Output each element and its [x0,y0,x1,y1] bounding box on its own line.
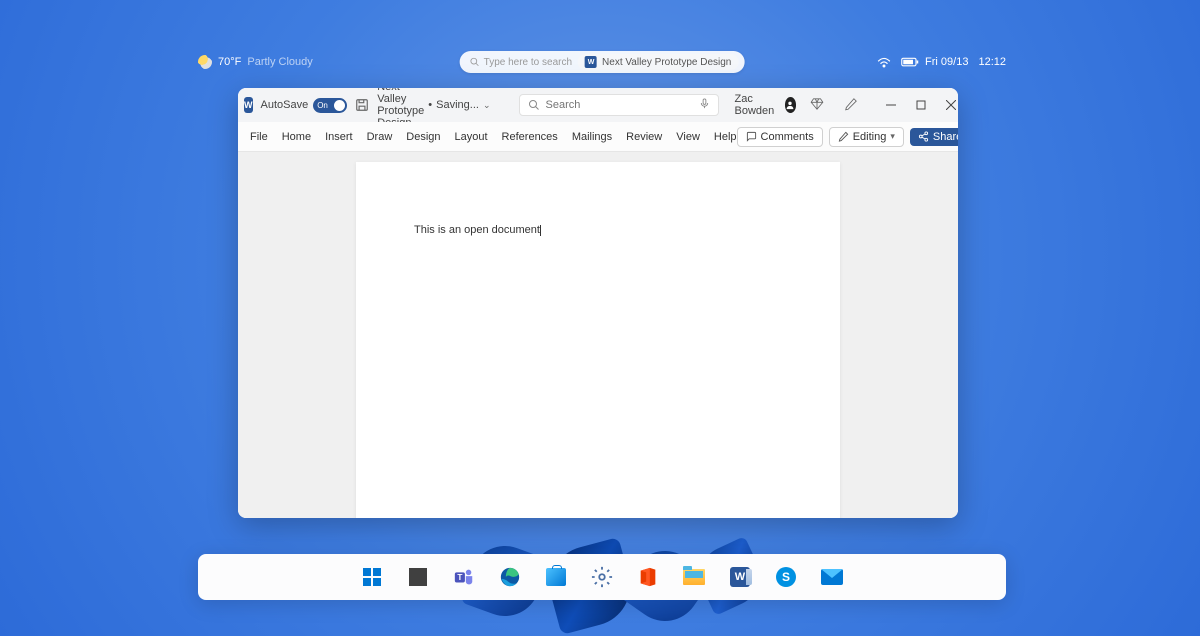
teams-icon: T [453,566,475,588]
document-area[interactable]: This is an open document [238,152,958,518]
chevron-down-icon[interactable]: ⌄ [483,100,491,111]
skype-icon: S [776,567,796,587]
chevron-down-icon: ▾ [890,131,895,142]
close-button[interactable] [936,91,958,119]
comments-button[interactable]: Comments [737,127,823,147]
ribbon-tab-view[interactable]: View [676,127,700,147]
skype-button[interactable]: S [773,564,799,590]
search-placeholder: Type here to search [484,57,572,68]
save-status: Saving... [436,99,479,111]
active-document-chip[interactable]: W Next Valley Prototype Design [578,54,738,70]
start-button[interactable] [359,564,385,590]
user-name: Zac Bowden [735,93,779,117]
save-icon[interactable] [355,98,369,112]
maximize-button[interactable] [906,91,936,119]
share-button[interactable]: Share ▾ [910,128,958,146]
svg-text:T: T [457,573,462,582]
word-icon: W [585,56,597,68]
weather-condition: Partly Cloudy [247,56,312,68]
desktop-status-bar: 70°F Partly Cloudy Type here to search W… [198,50,1006,74]
battery-icon[interactable] [901,57,915,67]
search-icon [528,99,540,111]
ribbon-tab-layout[interactable]: Layout [455,127,488,147]
task-view-button[interactable] [405,564,431,590]
mail-button[interactable] [819,564,845,590]
ribbon-tab-design[interactable]: Design [406,127,440,147]
ribbon-tabs: File Home Insert Draw Design Layout Refe… [250,127,737,147]
ribbon-tab-review[interactable]: Review [626,127,662,147]
document-body-text[interactable]: This is an open document [414,224,541,236]
word-icon: W [730,567,750,587]
word-titlebar: W AutoSave On Next Valley Prototype Desi… [238,88,958,122]
desktop-search-pill[interactable]: Type here to search W Next Valley Protot… [460,51,745,73]
comment-icon [746,131,757,142]
autosave-toggle[interactable]: On [313,98,347,113]
mail-icon [821,569,843,585]
user-avatar[interactable] [785,97,797,113]
weather-widget[interactable]: 70°F Partly Cloudy [198,55,313,69]
editing-mode-button[interactable]: Editing ▾ [829,127,904,147]
file-explorer-button[interactable] [681,564,707,590]
teams-button[interactable]: T [451,564,477,590]
ribbon-tab-references[interactable]: References [502,127,558,147]
titlebar-search[interactable] [519,94,719,116]
microphone-icon[interactable] [699,97,710,113]
search-icon [470,57,480,67]
wifi-icon[interactable] [877,57,891,67]
microsoft-store-button[interactable] [543,564,569,590]
task-view-icon [409,568,427,586]
ribbon-tab-file[interactable]: File [250,127,268,147]
word-button[interactable]: W [727,564,753,590]
settings-button[interactable] [589,564,615,590]
weather-temp: 70°F [218,56,241,68]
search-input[interactable] [546,99,693,111]
edge-icon [499,566,521,588]
ribbon-tab-draw[interactable]: Draw [367,127,393,147]
minimize-button[interactable] [876,91,906,119]
system-date[interactable]: Fri 09/13 [925,56,968,68]
edge-button[interactable] [497,564,523,590]
gear-icon [591,566,613,588]
weather-icon [198,55,212,69]
user-account[interactable]: Zac Bowden [735,93,797,117]
ribbon-tab-mailings[interactable]: Mailings [572,127,612,147]
ribbon-tab-insert[interactable]: Insert [325,127,353,147]
ribbon: File Home Insert Draw Design Layout Refe… [238,122,958,152]
global-search[interactable]: Type here to search [470,57,572,68]
windows-icon [363,568,381,586]
system-time[interactable]: 12:12 [978,56,1006,68]
document-page[interactable]: This is an open document [356,162,840,518]
diamond-icon[interactable] [804,93,830,118]
active-document-title: Next Valley Prototype Design [602,57,731,68]
store-icon [546,568,566,586]
word-window: W AutoSave On Next Valley Prototype Desi… [238,88,958,518]
pen-icon[interactable] [838,93,864,118]
autosave-label: AutoSave [261,99,309,111]
office-icon [637,566,659,588]
taskbar: T W S [198,554,1006,600]
pencil-icon [838,131,849,142]
ribbon-tab-help[interactable]: Help [714,127,737,147]
share-icon [918,131,929,142]
ribbon-tab-home[interactable]: Home [282,127,311,147]
folder-icon [683,569,705,585]
office-button[interactable] [635,564,661,590]
word-app-icon: W [244,97,253,113]
